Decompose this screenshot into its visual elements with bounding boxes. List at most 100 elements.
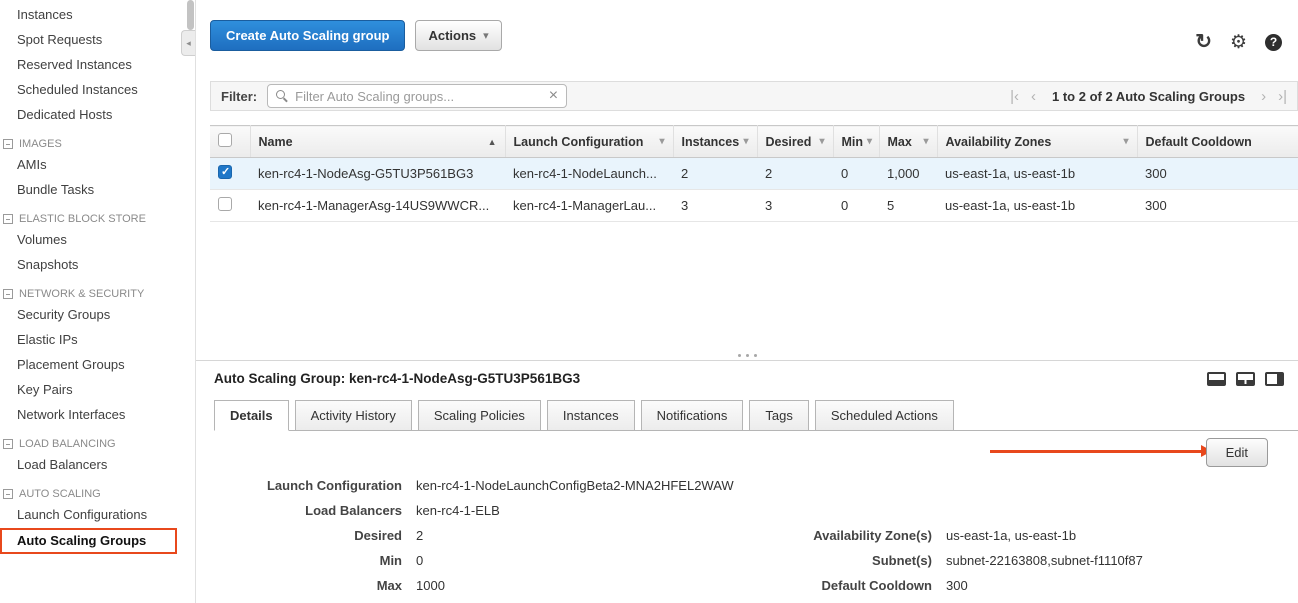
sidebar-item-load-balancers[interactable]: Load Balancers: [0, 452, 195, 477]
column-filter-caret-icon[interactable]: ▾: [659, 136, 664, 147]
row-checkbox-checked[interactable]: [218, 165, 232, 179]
annotation-arrow: [990, 450, 1202, 453]
first-page-icon[interactable]: |‹: [1010, 89, 1019, 104]
column-filter-caret-icon[interactable]: ▾: [1123, 136, 1128, 147]
sidebar-section-load-balancing[interactable]: LOAD BALANCING: [0, 438, 195, 450]
row-checkbox[interactable]: [218, 197, 232, 211]
sidebar-item-instances[interactable]: Instances: [0, 2, 195, 27]
tab-scheduled-actions[interactable]: Scheduled Actions: [815, 400, 954, 431]
layout-bottom-pane-icon[interactable]: [1207, 372, 1226, 386]
column-label: Min: [842, 135, 864, 149]
field-launch-configuration: Launch Configuration ken-rc4-1-NodeLaunc…: [216, 473, 746, 498]
layout-split-horizontal-icon[interactable]: [1236, 372, 1255, 386]
sidebar-item-dedicated-hosts[interactable]: Dedicated Hosts: [0, 102, 195, 127]
field-label: Load Balancers: [216, 498, 416, 523]
next-page-icon[interactable]: ›: [1261, 89, 1266, 104]
last-page-icon[interactable]: ›|: [1278, 89, 1287, 104]
cell-launch-configuration: ken-rc4-1-ManagerLau...: [505, 190, 673, 222]
edit-button[interactable]: Edit: [1206, 438, 1268, 467]
cell-availability-zones: us-east-1a, us-east-1b: [937, 158, 1137, 190]
sidebar-section-elastic-block-store[interactable]: ELASTIC BLOCK STORE: [0, 213, 195, 225]
detail-titlebar: Auto Scaling Group: ken-rc4-1-NodeAsg-G5…: [214, 371, 1298, 386]
column-filter-caret-icon[interactable]: ▾: [743, 136, 748, 147]
filter-search-box[interactable]: ×: [267, 84, 567, 108]
column-header-name[interactable]: Name ▲: [250, 126, 505, 158]
sidebar-item-security-groups[interactable]: Security Groups: [0, 302, 195, 327]
field-value: ken-rc4-1-NodeLaunchConfigBeta2-MNA2HFEL…: [416, 473, 734, 498]
tab-details[interactable]: Details: [214, 400, 289, 431]
sidebar-item-bundle-tasks[interactable]: Bundle Tasks: [0, 177, 195, 202]
help-icon[interactable]: ?: [1265, 34, 1282, 51]
table-row[interactable]: ken-rc4-1-NodeAsg-G5TU3P561BG3 ken-rc4-1…: [210, 158, 1298, 190]
sidebar-item-amis[interactable]: AMIs: [0, 152, 195, 177]
field-default-cooldown: Default Cooldown 300: [746, 573, 1143, 598]
tab-instances[interactable]: Instances: [547, 400, 635, 431]
select-all-header[interactable]: [210, 126, 250, 158]
row-select-cell[interactable]: [210, 158, 250, 190]
sidebar-item-network-interfaces[interactable]: Network Interfaces: [0, 402, 195, 427]
sidebar-scrollbar-thumb[interactable]: [187, 0, 194, 30]
row-select-cell[interactable]: [210, 190, 250, 222]
column-header-desired[interactable]: Desired ▾: [757, 126, 833, 158]
field-label: Min: [216, 548, 416, 573]
layout-split-vertical-icon[interactable]: [1265, 372, 1284, 386]
sidebar-item-auto-scaling-groups[interactable]: Auto Scaling Groups: [0, 528, 177, 554]
column-header-launch-configuration[interactable]: Launch Configuration ▾: [505, 126, 673, 158]
refresh-icon[interactable]: ↻: [1195, 32, 1212, 52]
column-filter-caret-icon[interactable]: ▾: [819, 136, 824, 147]
panel-splitter-handle[interactable]: [196, 350, 1298, 361]
sidebar-collapse-button[interactable]: ◂: [181, 30, 195, 56]
sidebar-section-label: NETWORK & SECURITY: [19, 288, 144, 300]
tab-tags[interactable]: Tags: [749, 400, 808, 431]
prev-page-icon[interactable]: ‹: [1031, 89, 1036, 104]
pagination-text: 1 to 2 of 2 Auto Scaling Groups: [1052, 89, 1245, 104]
tab-activity-history[interactable]: Activity History: [295, 400, 412, 431]
actions-button[interactable]: Actions ▾: [415, 20, 501, 51]
grip-dot-icon: [746, 354, 749, 357]
column-label: Default Cooldown: [1146, 135, 1252, 149]
sidebar-item-launch-configurations[interactable]: Launch Configurations: [0, 502, 195, 527]
chevron-down-icon: ▾: [483, 29, 489, 42]
tab-scaling-policies[interactable]: Scaling Policies: [418, 400, 541, 431]
clear-filter-icon[interactable]: ×: [549, 88, 558, 104]
sidebar-item-elastic-ips[interactable]: Elastic IPs: [0, 327, 195, 352]
sidebar-section-images[interactable]: IMAGES: [0, 138, 195, 150]
sidebar: Instances Spot Requests Reserved Instanc…: [0, 0, 196, 603]
sidebar-item-key-pairs[interactable]: Key Pairs: [0, 377, 195, 402]
field-availability-zones: Availability Zone(s) us-east-1a, us-east…: [746, 523, 1143, 548]
field-value: 300: [946, 573, 968, 598]
column-header-instances[interactable]: Instances ▾: [673, 126, 757, 158]
field-label: Placement Group: [746, 598, 946, 603]
collapse-section-icon: [3, 489, 13, 499]
table-row[interactable]: ken-rc4-1-ManagerAsg-14US9WWCR... ken-rc…: [210, 190, 1298, 222]
toolbar: Create Auto Scaling group Actions ▾: [210, 20, 1298, 51]
tab-notifications[interactable]: Notifications: [641, 400, 744, 431]
sidebar-item-volumes[interactable]: Volumes: [0, 227, 195, 252]
column-header-max[interactable]: Max ▾: [879, 126, 937, 158]
filter-input[interactable]: [295, 89, 542, 104]
select-all-checkbox[interactable]: [218, 133, 232, 147]
detail-fields-left-column: Launch Configuration ken-rc4-1-NodeLaunc…: [216, 473, 746, 603]
create-auto-scaling-group-button[interactable]: Create Auto Scaling group: [210, 20, 405, 51]
sidebar-item-snapshots[interactable]: Snapshots: [0, 252, 195, 277]
column-filter-caret-icon[interactable]: ▾: [923, 136, 928, 147]
sidebar-section-network-security[interactable]: NETWORK & SECURITY: [0, 288, 195, 300]
field-max: Max 1000: [216, 573, 746, 598]
field-value: EC2: [416, 598, 441, 603]
sidebar-item-placement-groups[interactable]: Placement Groups: [0, 352, 195, 377]
sidebar-item-reserved-instances[interactable]: Reserved Instances: [0, 52, 195, 77]
column-header-availability-zones[interactable]: Availability Zones ▾: [937, 126, 1137, 158]
detail-actions-row: Edit: [196, 431, 1298, 473]
sidebar-section-auto-scaling[interactable]: AUTO SCALING: [0, 488, 195, 500]
gear-icon[interactable]: ⚙: [1230, 33, 1247, 52]
column-header-default-cooldown[interactable]: Default Cooldown: [1137, 126, 1298, 158]
sidebar-item-scheduled-instances[interactable]: Scheduled Instances: [0, 77, 195, 102]
column-label: Desired: [766, 135, 812, 149]
cell-default-cooldown: 300: [1137, 158, 1298, 190]
sidebar-item-spot-requests[interactable]: Spot Requests: [0, 27, 195, 52]
column-header-min[interactable]: Min ▾: [833, 126, 879, 158]
column-filter-caret-icon[interactable]: ▾: [867, 136, 872, 147]
pagination: |‹ ‹ 1 to 2 of 2 Auto Scaling Groups › ›…: [1010, 89, 1287, 104]
field-value: 1000: [416, 573, 445, 598]
search-icon: [276, 90, 288, 102]
